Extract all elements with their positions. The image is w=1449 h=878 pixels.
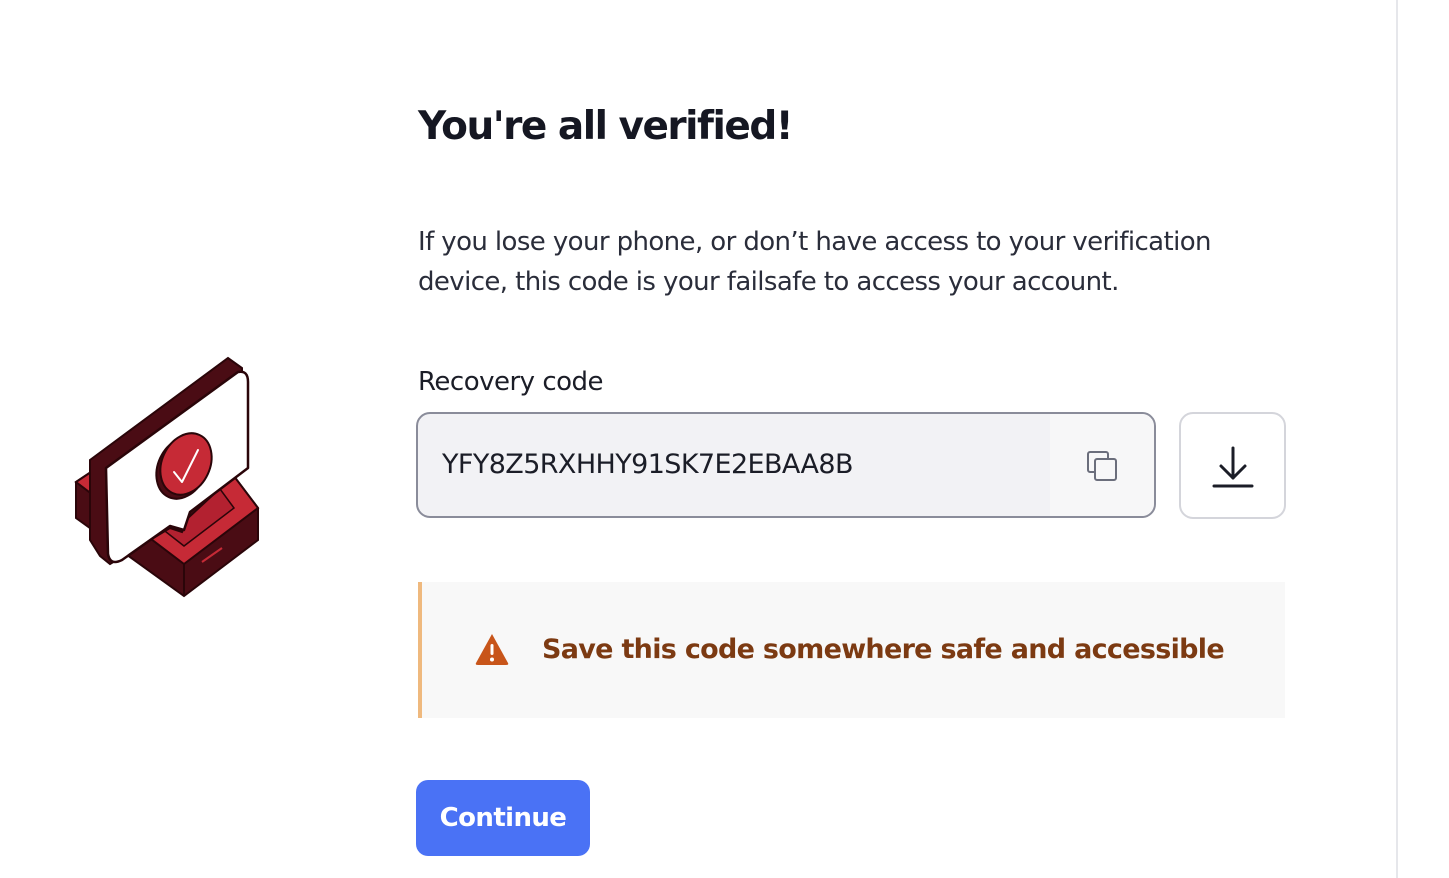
download-code-button[interactable] — [1179, 412, 1286, 519]
warning-banner: Save this code somewhere safe and access… — [418, 582, 1285, 718]
recovery-code-value[interactable]: YFY8Z5RXHHY91SK7E2EBAA8B — [442, 414, 854, 516]
warning-text: Save this code somewhere safe and access… — [542, 634, 1225, 665]
verification-complete-page: You're all verified! If you lose your ph… — [0, 0, 1449, 878]
continue-button[interactable]: Continue — [416, 780, 590, 856]
copy-icon — [1087, 451, 1117, 481]
page-divider — [1396, 0, 1398, 878]
page-title: You're all verified! — [418, 104, 794, 149]
recovery-description: If you lose your phone, or don’t have ac… — [418, 227, 1211, 297]
warning-icon — [475, 634, 509, 665]
recovery-code-label: Recovery code — [418, 367, 604, 397]
copy-code-button[interactable] — [1050, 414, 1154, 516]
download-icon — [1212, 446, 1254, 488]
recovery-code-field[interactable]: YFY8Z5RXHHY91SK7E2EBAA8B — [416, 412, 1156, 518]
verified-device-illustration — [74, 356, 260, 598]
